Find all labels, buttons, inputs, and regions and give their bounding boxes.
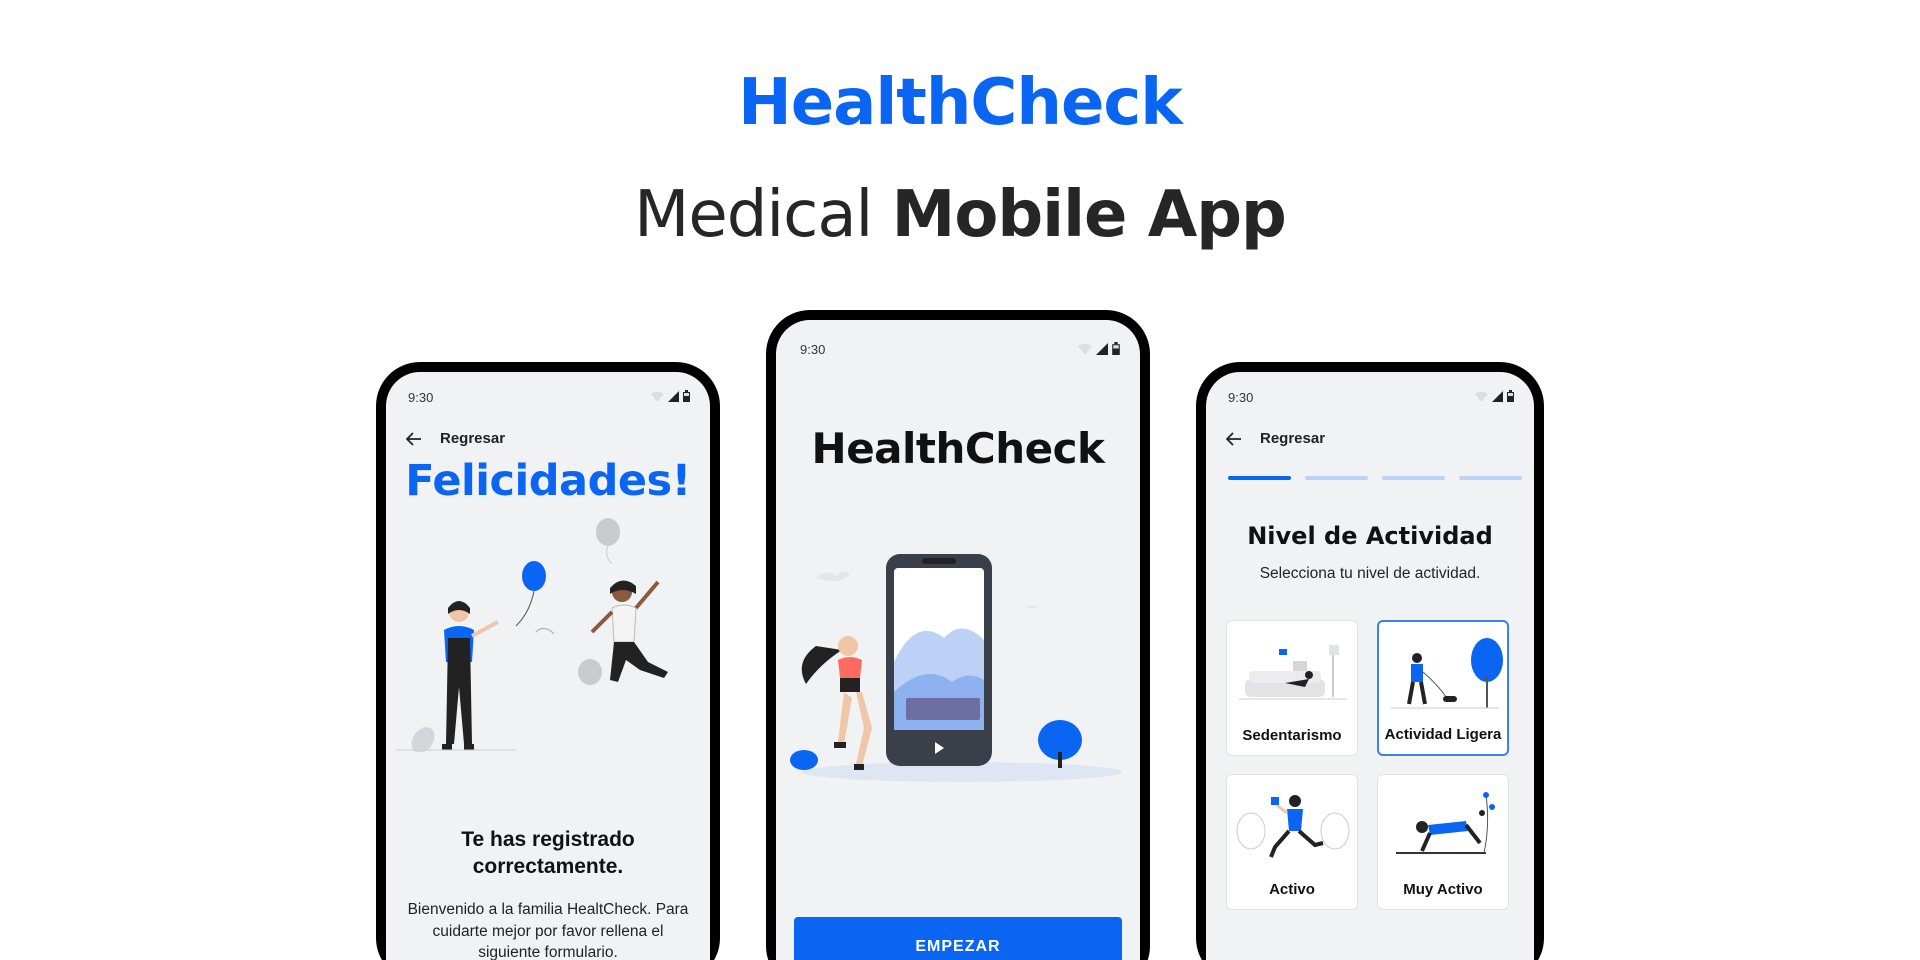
subtitle-regular: Medical xyxy=(634,178,892,252)
signal-icon xyxy=(1096,342,1108,355)
status-bar: 9:30 xyxy=(386,390,710,406)
status-icons xyxy=(1475,390,1514,402)
wifi-icon xyxy=(651,391,664,402)
runner-phone-illustration xyxy=(790,554,1122,782)
phone-mockup-welcome: 9:30 HealthCheck EMPEZAR xyxy=(766,310,1150,960)
back-arrow-icon xyxy=(406,431,421,446)
page-subtitle: Medical Mobile App xyxy=(0,178,1920,252)
progress-step-2 xyxy=(1305,476,1368,480)
signal-icon xyxy=(668,390,679,402)
option-label: Sedentarismo xyxy=(1242,727,1342,744)
option-label: Activo xyxy=(1269,881,1315,898)
status-bar: 9:30 xyxy=(776,342,1140,358)
option-card-sedentarismo[interactable]: Sedentarismo xyxy=(1226,620,1358,756)
option-label: Actividad Ligera xyxy=(1384,726,1502,743)
activity-level-title: Nivel de Actividad xyxy=(1247,522,1493,550)
option-card-muy-activo[interactable]: Muy Activo xyxy=(1377,774,1509,910)
progress-step-3 xyxy=(1382,476,1445,480)
status-icons xyxy=(651,390,690,402)
activity-level-subtitle: Selecciona tu nivel de actividad. xyxy=(1259,565,1481,582)
back-label: Regresar xyxy=(1260,430,1326,447)
back-label: Regresar xyxy=(440,430,506,447)
status-time: 9:30 xyxy=(408,390,434,405)
status-time: 9:30 xyxy=(800,342,826,357)
app-title: HealthCheck xyxy=(811,424,1105,473)
status-time: 9:30 xyxy=(1228,390,1254,405)
welcome-message: Bienvenido a la familia HealtCheck. Para… xyxy=(407,901,689,960)
dog-walk-illustration xyxy=(1391,638,1503,709)
runner-illustration xyxy=(1236,795,1350,858)
welcome-screen: 9:30 HealthCheck EMPEZAR xyxy=(776,320,1140,960)
step-progress-bar xyxy=(1228,476,1522,480)
option-label: Muy Activo xyxy=(1403,881,1483,898)
progress-step-4 xyxy=(1459,476,1522,480)
battery-icon xyxy=(1507,390,1514,402)
back-button[interactable]: Regresar xyxy=(406,430,505,447)
status-bar: 9:30 xyxy=(1206,390,1534,406)
wifi-icon xyxy=(1475,391,1488,402)
registered-message: Te has registrado correctamente. xyxy=(461,828,635,878)
option-card-activo[interactable]: Activo xyxy=(1226,774,1358,910)
option-card-actividad-ligera[interactable]: Actividad Ligera xyxy=(1377,620,1509,756)
celebration-illustration xyxy=(396,518,668,752)
subtitle-bold: Mobile App xyxy=(891,178,1287,252)
congrats-screen: 9:30 Regresar Felicidades! Te has regist… xyxy=(386,372,710,960)
signal-icon xyxy=(1492,390,1503,402)
battery-icon xyxy=(1112,342,1120,355)
brand-title: HealthCheck xyxy=(738,66,1183,140)
start-button[interactable]: EMPEZAR xyxy=(794,917,1122,960)
sofa-illustration xyxy=(1239,645,1347,700)
congrats-heading: Felicidades! xyxy=(405,456,691,506)
back-arrow-icon xyxy=(1226,431,1241,446)
phone-mockup-activity-level: 9:30 Regresar Nivel de Actividad Selecci… xyxy=(1196,362,1544,960)
status-icons xyxy=(1078,342,1120,355)
back-button[interactable]: Regresar xyxy=(1226,430,1325,447)
activity-level-screen: 9:30 Regresar Nivel de Actividad Selecci… xyxy=(1206,372,1534,960)
battery-icon xyxy=(683,390,690,402)
phone-mockup-congrats: 9:30 Regresar Felicidades! Te has regist… xyxy=(376,362,720,960)
plank-exercise-illustration xyxy=(1396,792,1495,854)
progress-step-1 xyxy=(1228,476,1291,480)
wifi-icon xyxy=(1078,343,1092,355)
